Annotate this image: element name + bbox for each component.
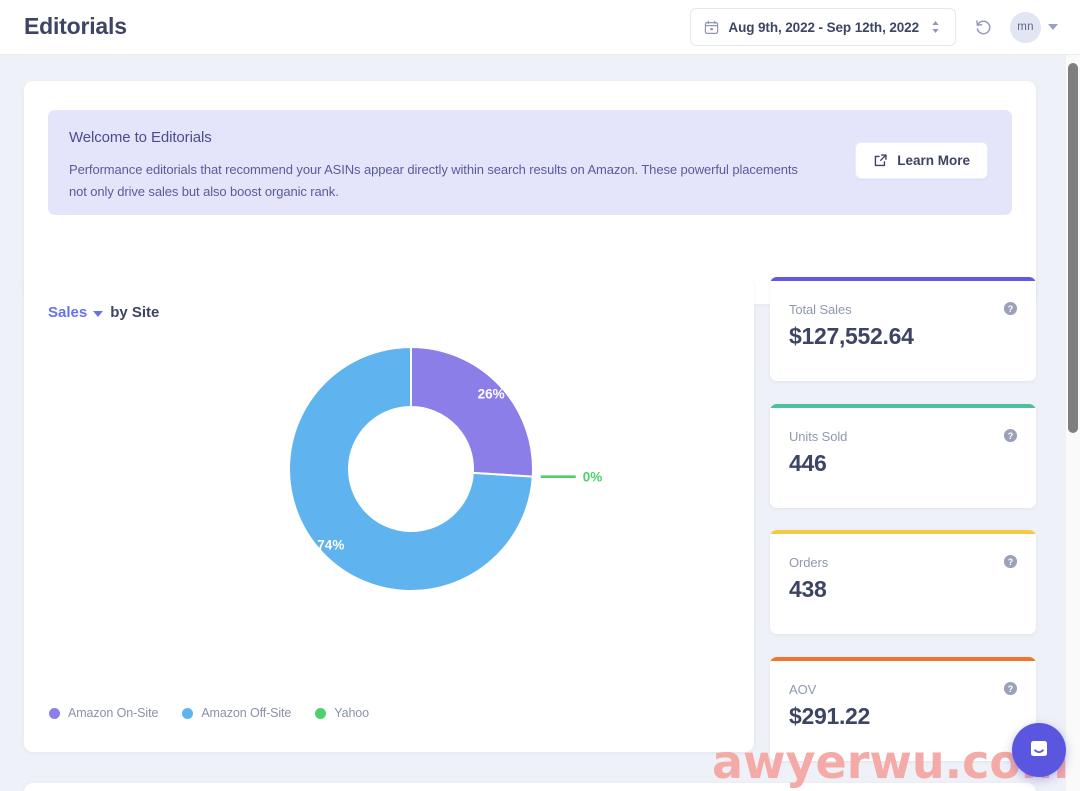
kpi-value: 438 xyxy=(789,576,826,603)
legend-color-dot xyxy=(182,708,193,719)
scroll-content: Welcome to Editorials Performance editor… xyxy=(0,55,1080,791)
legend-label: Amazon Off-Site xyxy=(201,706,291,720)
help-circle-icon[interactable]: ? xyxy=(1003,554,1018,569)
chart-subtitle: by Site xyxy=(110,304,159,321)
scrollbar-thumb[interactable] xyxy=(1068,63,1078,433)
vertical-scrollbar[interactable] xyxy=(1065,55,1080,791)
date-range-value: Aug 9th, 2022 - Sep 12th, 2022 xyxy=(728,20,919,35)
kpi-value: $291.22 xyxy=(789,703,870,730)
app-header: Editorials Aug 9th, 2022 - Sep 12th, 202… xyxy=(0,0,1080,55)
page-title: Editorials xyxy=(24,13,127,40)
learn-more-label: Learn More xyxy=(897,153,970,168)
legend-item[interactable]: Amazon Off-Site xyxy=(182,706,291,720)
chat-launcher-button[interactable] xyxy=(1012,723,1066,777)
svg-text:?: ? xyxy=(1008,304,1014,314)
donut-slice-label: 26% xyxy=(478,387,505,402)
header-actions: Aug 9th, 2022 - Sep 12th, 2022 mn xyxy=(690,8,1058,46)
kpi-card: Units Sold 446? xyxy=(770,404,1036,508)
date-range-picker[interactable]: Aug 9th, 2022 - Sep 12th, 2022 xyxy=(690,8,956,46)
kpi-accent-bar xyxy=(770,530,1036,534)
banner-title: Welcome to Editorials xyxy=(69,129,212,146)
donut-slice-label: 74% xyxy=(317,537,344,552)
kpi-label: Total Sales xyxy=(789,302,852,317)
chart-header: Sales by Site xyxy=(48,304,159,321)
help-circle-icon[interactable]: ? xyxy=(1003,681,1018,696)
metric-dropdown[interactable]: Sales xyxy=(48,304,103,321)
metric-dropdown-label: Sales xyxy=(48,304,87,321)
calendar-icon xyxy=(704,20,719,35)
kpi-label: Orders xyxy=(789,555,828,570)
app-root: Editorials Aug 9th, 2022 - Sep 12th, 202… xyxy=(0,0,1080,791)
kpi-accent-bar xyxy=(770,404,1036,408)
donut-chart-svg: 26% 74% 0% xyxy=(24,339,754,659)
donut-slice-label: 0% xyxy=(583,470,603,485)
learn-more-button[interactable]: Learn More xyxy=(855,142,988,179)
help-circle-icon[interactable]: ? xyxy=(1003,301,1018,316)
next-section-card xyxy=(24,783,1036,791)
svg-text:?: ? xyxy=(1008,431,1014,441)
donut-chart: 26% 74% 0% xyxy=(24,339,754,659)
kpi-accent-bar xyxy=(770,277,1036,281)
kpi-value: 446 xyxy=(789,450,826,477)
legend-label: Amazon On-Site xyxy=(68,706,158,720)
kpi-accent-bar xyxy=(770,657,1036,661)
legend-label: Yahoo xyxy=(334,706,369,720)
donut-slice[interactable] xyxy=(411,347,533,477)
welcome-card: Welcome to Editorials Performance editor… xyxy=(24,81,1036,304)
user-menu[interactable]: mn xyxy=(1010,12,1058,43)
chevron-down-icon xyxy=(93,311,103,317)
kpi-card: Total Sales $127,552.64? xyxy=(770,277,1036,381)
kpi-label: AOV xyxy=(789,682,816,697)
chevron-down-icon xyxy=(1048,24,1058,30)
refresh-button[interactable] xyxy=(970,14,996,40)
avatar: mn xyxy=(1010,12,1041,43)
history-refresh-icon xyxy=(974,18,993,37)
chart-legend: Amazon On-Site Amazon Off-Site Yahoo xyxy=(49,706,369,720)
help-circle-icon[interactable]: ? xyxy=(1003,428,1018,443)
sales-by-site-card: Sales by Site 26%74%0% Amazon On-SiteAma… xyxy=(24,277,754,752)
svg-text:?: ? xyxy=(1008,684,1014,694)
up-down-stepper-icon[interactable] xyxy=(930,19,941,35)
welcome-banner: Welcome to Editorials Performance editor… xyxy=(48,110,1012,215)
legend-color-dot xyxy=(49,708,60,719)
kpi-value: $127,552.64 xyxy=(789,323,914,350)
banner-description: Performance editorials that recommend yo… xyxy=(69,159,809,203)
legend-item[interactable]: Yahoo xyxy=(315,706,369,720)
kpi-card: AOV $291.22? xyxy=(770,657,1036,761)
legend-item[interactable]: Amazon On-Site xyxy=(49,706,158,720)
legend-color-dot xyxy=(315,708,326,719)
kpi-card: Orders 438? xyxy=(770,530,1036,634)
svg-text:?: ? xyxy=(1008,557,1014,567)
chat-bubble-icon xyxy=(1026,737,1052,763)
kpi-label: Units Sold xyxy=(789,429,847,444)
external-link-icon xyxy=(873,153,888,168)
